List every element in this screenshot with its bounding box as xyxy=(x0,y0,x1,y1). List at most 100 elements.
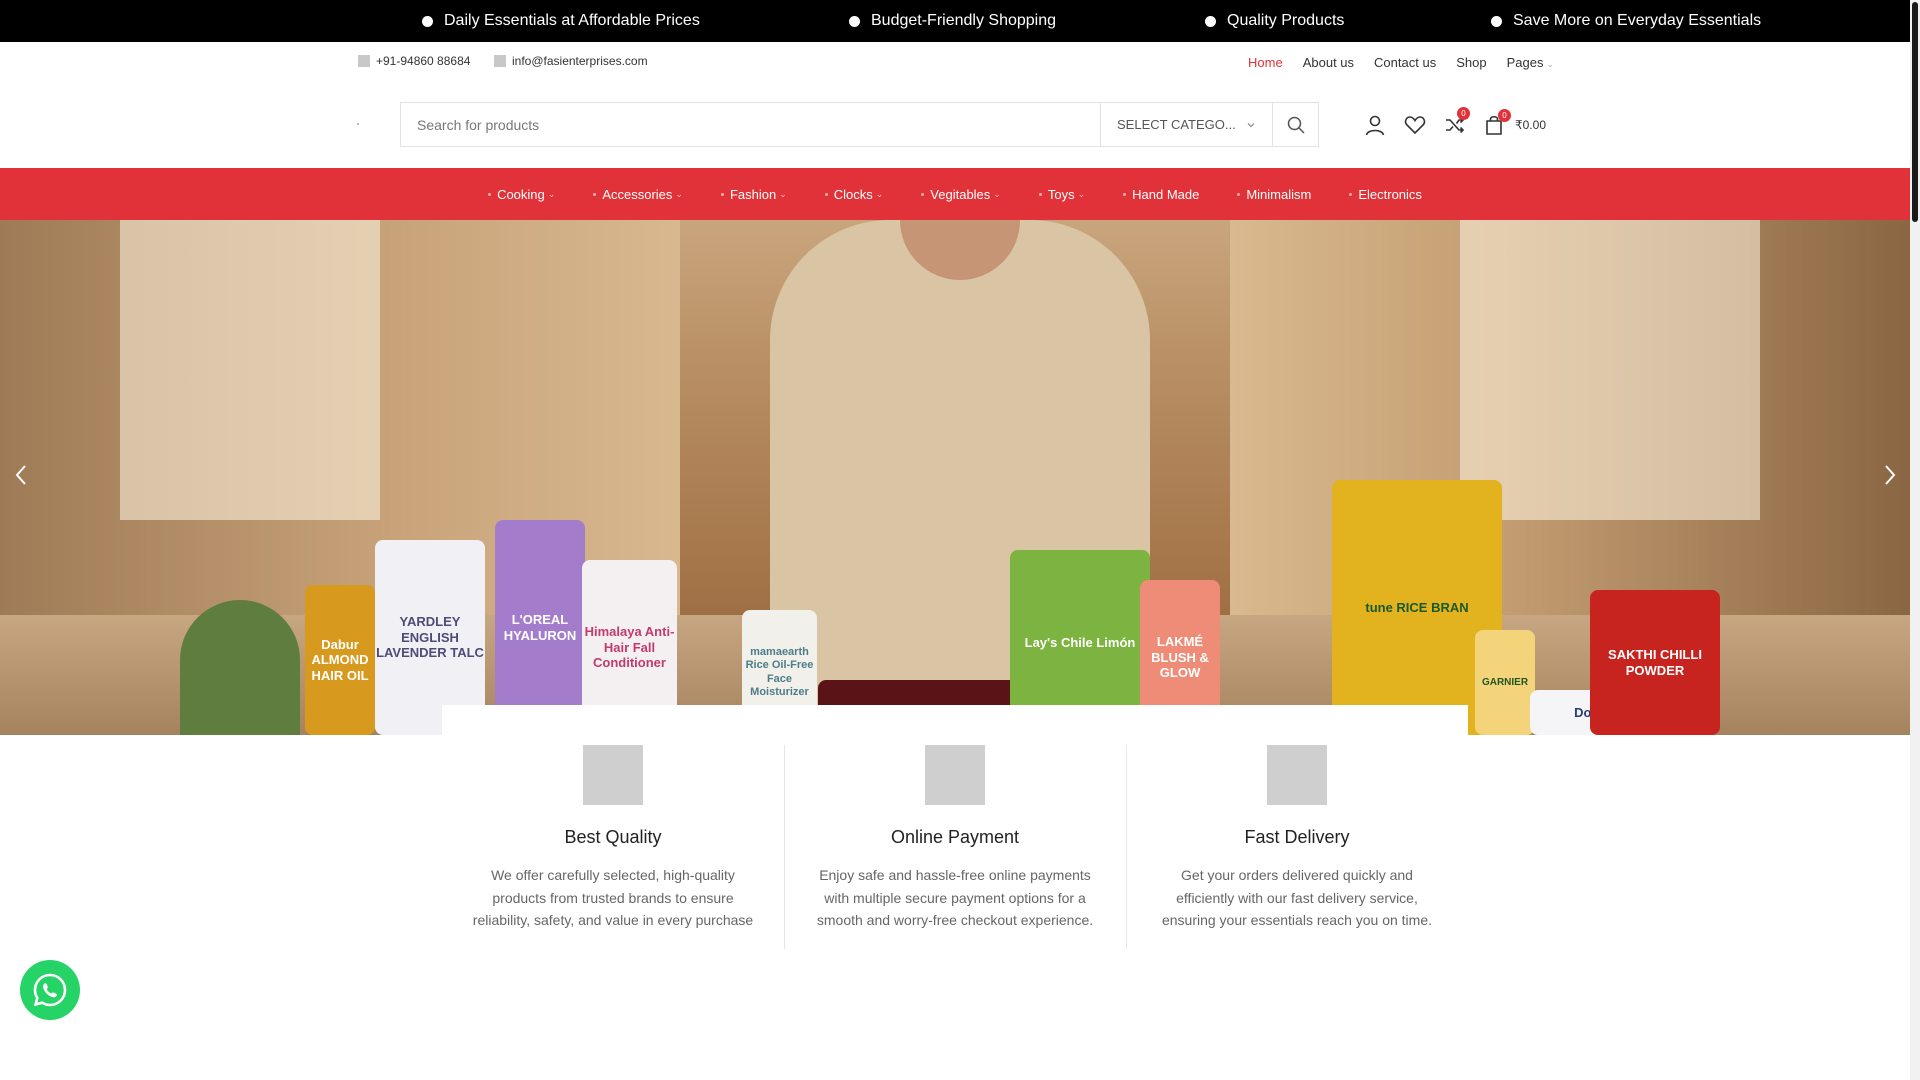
category-cooking[interactable]: Cooking ⌄ xyxy=(469,187,574,202)
category-nav: Cooking ⌄ Accessories ⌄ Fashion ⌄ Clocks ⌄ V… xyxy=(0,168,1910,220)
feature-text: Enjoy safe and hassle-free online paymen… xyxy=(816,867,1094,928)
slider-prev-button[interactable] xyxy=(6,460,36,490)
bullet-icon xyxy=(488,192,492,196)
slider-next-button[interactable] xyxy=(1875,460,1905,490)
bullet-icon xyxy=(422,15,433,27)
wishlist-button[interactable] xyxy=(1395,110,1435,140)
bullet-icon xyxy=(849,15,860,27)
category-hand-made[interactable]: Hand Made xyxy=(1104,187,1218,202)
chevron-down-icon xyxy=(1247,122,1255,127)
hero-window xyxy=(1460,220,1760,520)
bullet-icon xyxy=(720,192,724,196)
phone-icon xyxy=(358,55,370,67)
chevron-down-icon: ⌄ xyxy=(1546,59,1554,69)
promo-text: Save More on Everyday Essentials xyxy=(1513,12,1762,29)
promo-item: Budget-Friendly Shopping xyxy=(849,0,1056,42)
whatsapp-button[interactable] xyxy=(20,960,80,1020)
quality-icon xyxy=(583,745,643,805)
bullet-icon xyxy=(921,192,925,196)
cart-total: ₹0.00 xyxy=(1515,118,1546,132)
category-minimalism[interactable]: Minimalism xyxy=(1218,187,1330,202)
feature-text: Get your orders delivered quickly and ef… xyxy=(1161,867,1433,928)
phone-number: +91-94860 88684 xyxy=(376,54,471,68)
search-icon xyxy=(1287,116,1305,134)
search-bar: SELECT CATEGO... xyxy=(400,102,1319,147)
category-fashion[interactable]: Fashion ⌄ xyxy=(702,187,806,202)
category-select[interactable]: SELECT CATEGO... xyxy=(1100,103,1272,146)
cart-button[interactable]: 0 ₹0.00 xyxy=(1475,109,1546,140)
nav-contact[interactable]: Contact us xyxy=(1374,55,1436,70)
email-contact[interactable]: info@fasienterprises.com xyxy=(494,54,648,68)
bullet-icon xyxy=(1237,192,1241,196)
category-label: Hand Made xyxy=(1132,186,1200,202)
chevron-down-icon: ⌄ xyxy=(547,188,556,199)
account-button[interactable] xyxy=(1355,110,1395,140)
product-image: SAKTHI CHILLI POWDER xyxy=(1590,590,1720,735)
cart-count-badge: 0 xyxy=(1498,109,1511,122)
header-tools: 0 0 ₹0.00 xyxy=(1355,107,1546,140)
promo-text: Daily Essentials at Affordable Prices xyxy=(444,12,700,29)
bullet-icon xyxy=(1123,192,1127,196)
plant-image xyxy=(180,600,300,735)
nav-pages[interactable]: Pages ⌄ xyxy=(1507,55,1554,70)
nav-home[interactable]: Home xyxy=(1248,55,1283,70)
feature-title: Online Payment xyxy=(890,827,1020,847)
promo-text: Quality Products xyxy=(1227,12,1345,29)
features-section: Best Quality We offer carefully selected… xyxy=(442,705,1468,965)
user-icon xyxy=(1365,115,1385,136)
bullet-icon xyxy=(593,192,597,196)
chevron-down-icon: ⌄ xyxy=(875,188,884,199)
chevron-down-icon: ⌄ xyxy=(993,188,1001,199)
promo-item: Quality Products xyxy=(1205,0,1344,42)
phone-contact[interactable]: +91-94860 88684 xyxy=(358,54,470,68)
promo-item: Save More on Everyday Essentials xyxy=(1491,0,1761,42)
chevron-down-icon: ⌄ xyxy=(779,188,787,199)
nav-pages-label: Pages xyxy=(1506,55,1544,70)
category-vegitables[interactable]: Vegitables ⌄ xyxy=(902,187,1020,202)
nav-about[interactable]: About us xyxy=(1303,55,1354,70)
logo[interactable] xyxy=(357,123,359,125)
category-clocks[interactable]: Clocks ⌄ xyxy=(806,187,903,202)
search-input[interactable] xyxy=(401,103,1100,146)
email-address: info@fasienterprises.com xyxy=(512,54,648,68)
chevron-right-icon xyxy=(1885,465,1896,485)
scrollbar-thumb[interactable] xyxy=(1912,2,1918,222)
whatsapp-icon xyxy=(33,973,67,1007)
category-label: Minimalism xyxy=(1246,186,1312,202)
scrollbar[interactable] xyxy=(1910,0,1920,1080)
product-image: GARNIER xyxy=(1475,630,1535,735)
category-accessories[interactable]: Accessories ⌄ xyxy=(574,187,702,202)
search-button[interactable] xyxy=(1272,103,1318,146)
payment-icon xyxy=(925,745,985,805)
promo-text: Budget-Friendly Shopping xyxy=(871,12,1057,29)
category-electronics[interactable]: Electronics xyxy=(1330,187,1441,202)
promo-bar: Daily Essentials at Affordable Prices Bu… xyxy=(0,0,1910,42)
promo-item: Daily Essentials at Affordable Prices xyxy=(422,0,700,42)
category-label: Clocks xyxy=(833,186,873,202)
bullet-icon xyxy=(1349,192,1353,196)
bullet-icon xyxy=(1491,15,1502,27)
heart-icon xyxy=(1404,116,1426,135)
header: SELECT CATEGO... 0 0 ₹0.00 xyxy=(0,82,1910,168)
feature-best-quality: Best Quality We offer carefully selected… xyxy=(442,745,784,932)
product-image: L'OREAL HYALURON xyxy=(495,520,585,735)
feature-online-payment: Online Payment Enjoy safe and hassle-fre… xyxy=(784,745,1126,932)
chevron-down-icon: ⌄ xyxy=(675,188,683,199)
category-label: Fashion xyxy=(729,186,777,202)
bullet-icon xyxy=(1205,15,1216,27)
category-select-value: SELECT CATEGO... xyxy=(1117,117,1236,132)
feature-text: We offer carefully selected, high-qualit… xyxy=(472,867,754,928)
compare-button[interactable]: 0 xyxy=(1435,107,1475,140)
category-label: Cooking xyxy=(497,186,545,202)
chevron-left-icon xyxy=(15,465,26,485)
category-label: Vegitables xyxy=(930,186,991,202)
feature-title: Fast Delivery xyxy=(1244,827,1350,847)
category-toys[interactable]: Toys ⌄ xyxy=(1020,187,1104,202)
nav-shop[interactable]: Shop xyxy=(1456,55,1486,70)
email-icon xyxy=(494,55,506,67)
delivery-icon xyxy=(1267,745,1327,805)
bullet-icon xyxy=(1038,192,1042,196)
category-label: Toys xyxy=(1047,186,1075,202)
chevron-down-icon: ⌄ xyxy=(1077,188,1086,199)
hero-slider: Dabur ALMOND HAIR OIL YARDLEY ENGLISH LA… xyxy=(0,220,1910,735)
